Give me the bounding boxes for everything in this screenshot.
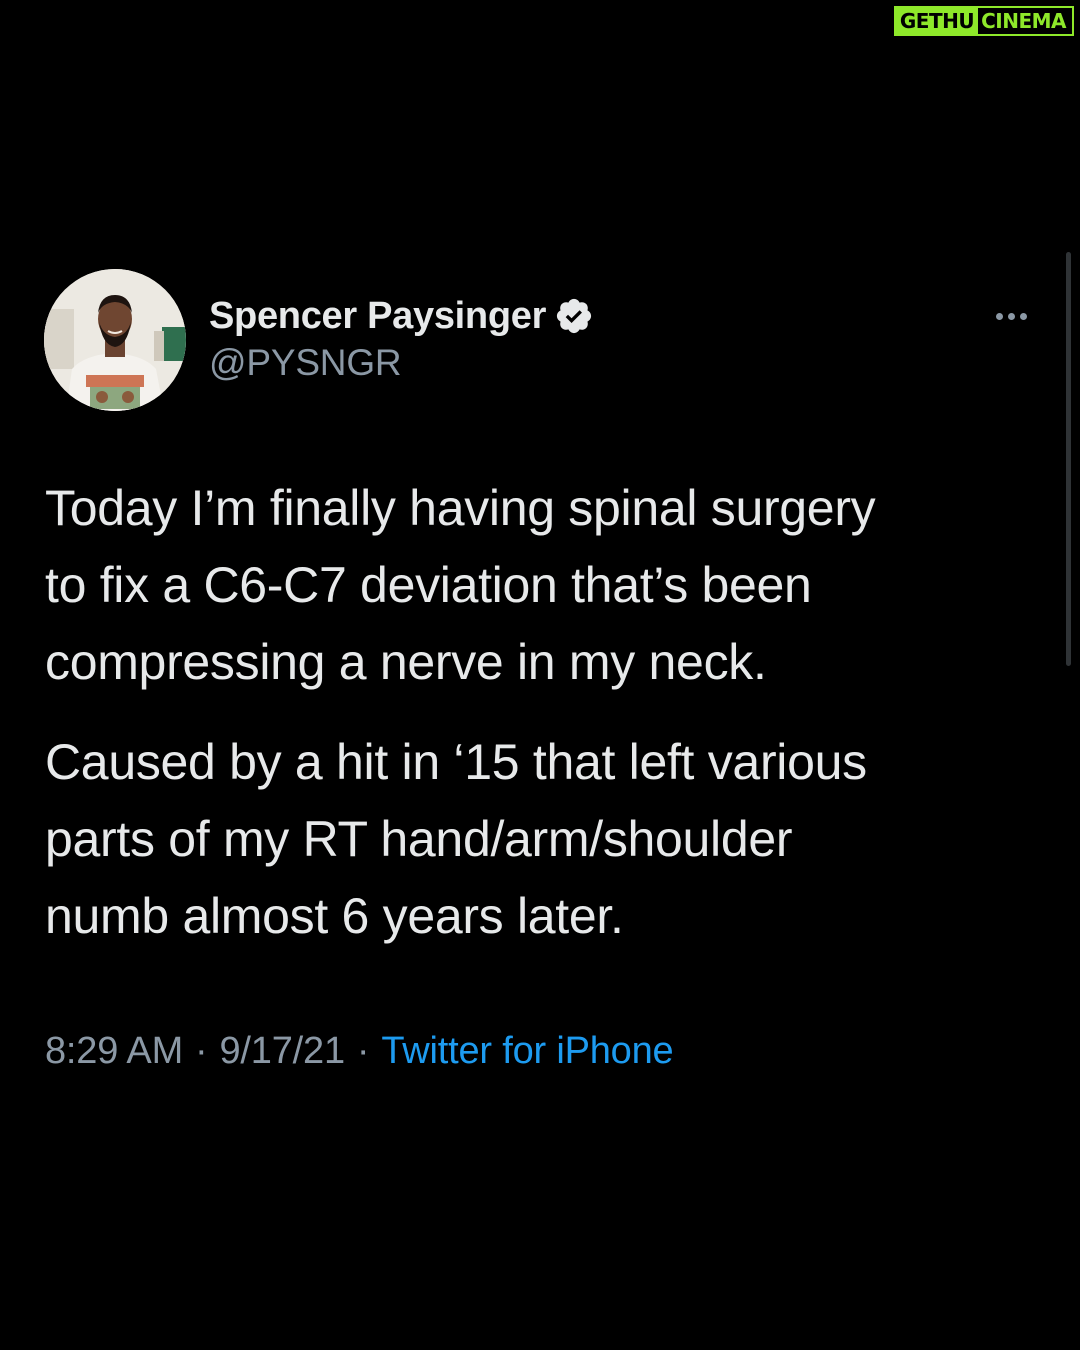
tweet-text-line: to fix a C6-C7 deviation that’s been	[45, 557, 812, 613]
tweet-date[interactable]: 9/17/21	[220, 1030, 346, 1072]
tweet-text-line: parts of my RT hand/arm/shoulder	[45, 811, 793, 867]
ellipsis-icon	[995, 312, 1003, 320]
tweet-card: Spencer Paysinger @PYSNGR Today I’m fina…	[0, 0, 1080, 1350]
ellipsis-dot	[1019, 312, 1027, 320]
ellipsis-dot	[1007, 312, 1015, 320]
tweet-paragraph-1: Today I’m finally having spinal surgery …	[45, 470, 1045, 701]
tweet-text-line: Caused by a hit in ‘15 that left various	[45, 734, 867, 790]
tweet-source-link[interactable]: Twitter for iPhone	[381, 1030, 673, 1072]
more-options-button[interactable]	[986, 296, 1036, 336]
tweet-metadata: 8:29 AM · 9/17/21 · Twitter for iPhone	[45, 1026, 674, 1076]
tweet-text-line: compressing a nerve in my neck.	[45, 634, 767, 690]
tweet-time[interactable]: 8:29 AM	[45, 1030, 183, 1072]
author-name-row: Spencer Paysinger	[209, 292, 594, 340]
author-display-name[interactable]: Spencer Paysinger	[209, 295, 546, 338]
tweet-text-line: numb almost 6 years later.	[45, 888, 624, 944]
verified-badge-icon	[554, 296, 594, 336]
tweet-text-line: Today I’m finally having spinal surgery	[45, 480, 876, 536]
author-handle[interactable]: @PYSNGR	[209, 342, 402, 384]
meta-separator: ·	[195, 1030, 208, 1072]
tweet-paragraph-2: Caused by a hit in ‘15 that left various…	[45, 724, 1045, 955]
avatar-photo	[44, 269, 186, 411]
meta-separator: ·	[356, 1030, 370, 1072]
avatar[interactable]	[44, 269, 186, 411]
